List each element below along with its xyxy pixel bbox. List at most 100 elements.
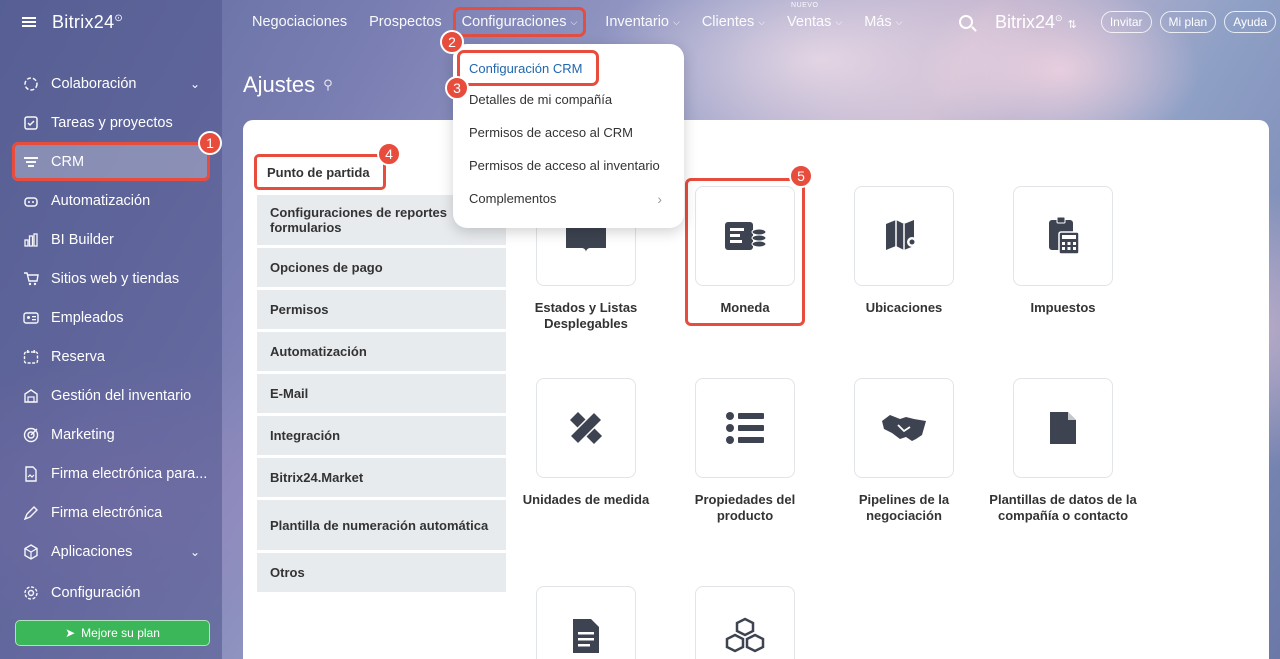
menu-item-permisos[interactable]: Permisos: [257, 290, 506, 329]
tile-icon-box: [695, 378, 795, 478]
gear-icon: [22, 584, 39, 601]
sidebar-item-reserva[interactable]: Reserva: [0, 337, 222, 376]
document-icon: [1050, 412, 1076, 444]
map-icon: [886, 220, 917, 252]
sidebar-item-automatizacion[interactable]: Automatización: [0, 181, 222, 220]
dropdown-item-permisos-crm[interactable]: Permisos de acceso al CRM: [453, 116, 684, 149]
tile-icon-box: [854, 186, 954, 286]
sidebar-item-label: Firma electrónica para...: [51, 465, 208, 482]
sidebar-item-label: Automatización: [51, 192, 151, 209]
collab-icon: [22, 75, 39, 92]
menu-item-otros[interactable]: Otros: [257, 553, 506, 592]
sidebar-item-label: Colaboración: [51, 75, 137, 92]
chevron-right-icon: ›: [657, 190, 662, 207]
chevron-down-icon: ⌄: [189, 544, 200, 559]
chevron-down-icon: ⌵: [570, 16, 578, 27]
tile-label: Estados y Listas Desplegables: [534, 300, 638, 331]
sidebar-item-empleados[interactable]: Empleados: [0, 298, 222, 337]
chevron-down-icon: ⌵: [672, 16, 680, 27]
sidebar-item-label: Aplicaciones: [51, 543, 133, 560]
tab-negociaciones[interactable]: Negociaciones: [252, 14, 347, 30]
dropdown-item-complementos[interactable]: Complementos ›: [453, 182, 684, 215]
tile-impuestos[interactable]: Impuestos: [983, 186, 1143, 316]
invite-button[interactable]: Invitar: [1100, 11, 1152, 33]
sidebar-item-marketing[interactable]: Marketing: [0, 415, 222, 454]
menu-item-market[interactable]: Bitrix24.Market: [257, 458, 506, 497]
tile-icon-box: [695, 586, 795, 659]
chevron-down-icon: ⌵: [758, 16, 766, 27]
tab-configuraciones[interactable]: Configuraciones ⌵: [452, 7, 587, 37]
pen-icon: [22, 504, 39, 521]
tile-icon-box: [536, 378, 636, 478]
menu-item-punto-de-partida[interactable]: Punto de partida: [254, 154, 386, 190]
tile-label: Pipelines de la negociación: [858, 492, 950, 523]
brand-logo[interactable]: Bitrix24⊙ ⇅: [995, 12, 1077, 33]
cubes-icon: [725, 617, 765, 653]
bar-chart-icon: [22, 231, 39, 248]
tab-mas[interactable]: Más ⌵: [864, 14, 902, 30]
calculator-clipboard-icon: [1049, 216, 1080, 255]
tile-label: Impuestos: [1030, 300, 1096, 315]
sidebar-item-label: Marketing: [51, 426, 115, 443]
tile-ubicaciones[interactable]: Ubicaciones: [824, 186, 984, 316]
tile-plantillas-datos[interactable]: Plantillas de datos de la compañía o con…: [983, 378, 1143, 524]
ruler-pencil-icon: [568, 410, 604, 446]
menu-item-email[interactable]: E-Mail: [257, 374, 506, 413]
sidebar-item-inventario[interactable]: Gestión del inventario: [0, 376, 222, 415]
tab-inventario[interactable]: Inventario ⌵: [605, 14, 680, 30]
new-badge: NUEVO: [791, 2, 819, 9]
menu-item-automatizacion[interactable]: Automatización: [257, 332, 506, 371]
tile-unidades-medida[interactable]: Unidades de medida: [506, 378, 666, 508]
highlight-frame-moneda: [685, 178, 805, 326]
sidebar-item-firma-para[interactable]: Firma electrónica para...: [0, 454, 222, 493]
dropdown-item-label: Complementos: [469, 191, 557, 206]
menu-item-integracion[interactable]: Integración: [257, 416, 506, 455]
settings-sliders-icon[interactable]: ⇅: [1068, 19, 1077, 31]
top-navigation: Negociaciones Prospectos Configuraciones…: [222, 0, 1280, 44]
logo[interactable]: Bitrix24⊙: [52, 12, 123, 33]
menu-item-opciones-pago[interactable]: Opciones de pago: [257, 248, 506, 287]
chevron-down-icon: ⌵: [835, 16, 843, 27]
sidebar-item-firma[interactable]: Firma electrónica: [0, 493, 222, 532]
tile-label: Plantillas de datos de la compañía o con…: [989, 492, 1137, 523]
sidebar-item-aplicaciones[interactable]: Aplicaciones ⌄: [0, 532, 222, 571]
my-plan-button[interactable]: Mi plan: [1159, 11, 1217, 33]
menu-item-numeracion[interactable]: Plantilla de numeración automática: [257, 500, 506, 550]
tab-prospectos[interactable]: Prospectos: [369, 14, 442, 30]
step-badge-4: 4: [377, 142, 401, 166]
dropdown-item-configuracion-crm[interactable]: Configuración CRM: [457, 50, 599, 86]
tile-label: Unidades de medida: [522, 492, 650, 507]
step-badge-5: 5: [789, 164, 813, 188]
sidebar-item-bi-builder[interactable]: BI Builder: [0, 220, 222, 259]
upgrade-plan-label: Mejore su plan: [81, 626, 160, 640]
cart-icon: [22, 270, 39, 287]
robot-icon: [22, 192, 39, 209]
search-icon[interactable]: [959, 15, 973, 29]
sidebar: Bitrix24⊙ Colaboración ⌄ Tareas y proyec…: [0, 0, 222, 659]
upgrade-plan-button[interactable]: ➤ Mejore su plan: [15, 620, 210, 646]
help-button[interactable]: Ayuda: [1224, 11, 1276, 33]
tile-propiedades-producto[interactable]: Propiedades del producto: [665, 378, 825, 524]
sidebar-item-crm[interactable]: CRM: [12, 142, 210, 181]
tile-icon-box: [536, 586, 636, 659]
settings-card: Punto de partida Configuraciones de repo…: [243, 120, 1269, 659]
sidebar-item-tareas[interactable]: Tareas y proyectos: [0, 103, 222, 142]
pin-icon[interactable]: ⚲: [323, 77, 333, 93]
tile-icon-box: [1013, 186, 1113, 286]
tab-clientes[interactable]: Clientes ⌵: [702, 14, 765, 30]
sidebar-item-configuracion[interactable]: Configuración: [0, 573, 222, 612]
sidebar-item-colaboracion[interactable]: Colaboración ⌄: [0, 64, 222, 103]
tab-ventas[interactable]: NUEVO Ventas ⌵: [787, 2, 843, 30]
calendar-icon: [22, 348, 39, 365]
tile-pipelines[interactable]: Pipelines de la negociación: [824, 378, 984, 524]
dropdown-item-permisos-inventario[interactable]: Permisos de acceso al inventario: [453, 149, 684, 182]
target-icon: [22, 426, 39, 443]
tile-cubes[interactable]: [665, 586, 825, 659]
sidebar-item-sitios[interactable]: Sitios web y tiendas: [0, 259, 222, 298]
dropdown-item-detalles-compania[interactable]: Detalles de mi compañía: [453, 83, 684, 116]
sidebar-item-label: Sitios web y tiendas: [51, 270, 180, 287]
hamburger-icon[interactable]: [22, 17, 36, 27]
tile-document-template[interactable]: [506, 586, 666, 659]
tile-label: Propiedades del producto: [694, 492, 796, 523]
sidebar-item-label: BI Builder: [51, 231, 114, 248]
